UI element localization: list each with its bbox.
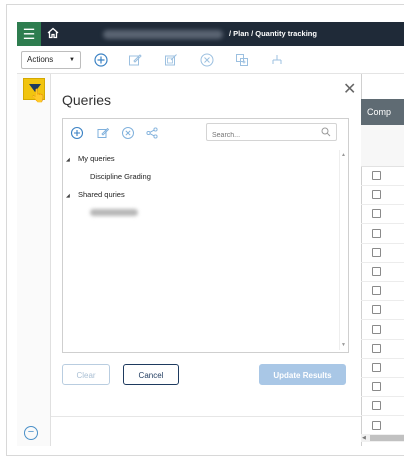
caret-down-icon: ▼ <box>69 57 75 63</box>
grid-column-header[interactable]: Comp <box>361 99 404 125</box>
row-divider <box>361 300 404 301</box>
edit-multi-icon[interactable] <box>163 52 179 68</box>
panel-title: Queries <box>62 92 112 108</box>
row-divider <box>361 223 404 224</box>
row-divider <box>361 377 404 378</box>
row-divider <box>361 396 404 397</box>
close-icon[interactable]: ✕ <box>343 82 356 98</box>
row-divider <box>361 204 404 205</box>
add-query-icon[interactable] <box>70 126 84 140</box>
add-icon[interactable] <box>93 52 109 68</box>
expand-arrow-icon[interactable]: ◢ <box>66 193 70 199</box>
row-checkbox[interactable] <box>372 248 381 257</box>
tree-scrollbar[interactable]: ▲ ▼ <box>339 150 347 350</box>
row-checkbox[interactable] <box>372 363 381 372</box>
clear-button[interactable]: Clear <box>62 364 110 385</box>
row-divider <box>361 319 404 320</box>
row-checkbox[interactable] <box>372 325 381 334</box>
scroll-left-icon[interactable]: ◀ <box>362 434 366 442</box>
scrollbar-thumb[interactable] <box>370 435 404 441</box>
scroll-down-icon[interactable]: ▼ <box>341 342 346 348</box>
scroll-up-icon[interactable]: ▲ <box>341 152 346 158</box>
row-checkbox[interactable] <box>372 344 381 353</box>
expand-arrow-icon[interactable]: ◢ <box>66 157 70 163</box>
top-navigation-bar: ☰ / Plan / Quantity tracking <box>17 22 404 46</box>
row-checkbox[interactable] <box>372 190 381 199</box>
edit-query-icon[interactable] <box>96 126 110 140</box>
update-results-button[interactable]: Update Results <box>259 364 346 385</box>
actions-dropdown-button[interactable]: Actions ▼ <box>21 51 81 69</box>
search-icon[interactable] <box>321 127 331 137</box>
row-checkbox[interactable] <box>372 229 381 238</box>
row-divider <box>361 415 404 416</box>
search-field <box>206 123 337 144</box>
grid-filter-row <box>361 125 404 167</box>
row-divider <box>361 339 404 340</box>
row-checkbox[interactable] <box>372 209 381 218</box>
hand-cursor-icon: 👆 <box>30 88 47 103</box>
hierarchy-icon[interactable] <box>269 52 285 68</box>
left-rail <box>17 74 51 446</box>
row-checkbox[interactable] <box>372 305 381 314</box>
tree-item-shared-redacted[interactable] <box>90 209 138 216</box>
actions-label: Actions <box>27 55 54 64</box>
home-button[interactable] <box>41 22 65 46</box>
row-checkbox[interactable] <box>372 421 381 430</box>
edit-icon[interactable] <box>127 52 143 68</box>
copy-icon[interactable] <box>234 52 250 68</box>
row-divider <box>361 262 404 263</box>
row-divider <box>361 358 404 359</box>
home-icon <box>47 27 59 39</box>
tree-group-shared-queries[interactable]: Shared quries <box>78 190 125 199</box>
delete-query-icon[interactable] <box>121 126 135 140</box>
collapse-minus-icon[interactable]: − <box>24 426 38 440</box>
panel-divider <box>51 416 361 417</box>
breadcrumb: / Plan / Quantity tracking <box>229 29 317 38</box>
tree-item-discipline-grading[interactable]: Discipline Grading <box>90 172 151 181</box>
tree-group-my-queries[interactable]: My queries <box>78 154 115 163</box>
share-icon[interactable] <box>145 126 159 140</box>
cancel-button[interactable]: Cancel <box>123 364 179 385</box>
horizontal-scrollbar[interactable]: ◀ <box>361 434 404 442</box>
row-checkbox[interactable] <box>372 382 381 391</box>
row-checkbox[interactable] <box>372 171 381 180</box>
breadcrumb-project-redacted <box>103 30 223 39</box>
row-checkbox[interactable] <box>372 267 381 276</box>
row-divider <box>361 281 404 282</box>
hamburger-menu-button[interactable]: ☰ <box>17 22 41 46</box>
row-divider <box>361 185 404 186</box>
toolbar: Actions ▼ <box>17 46 404 74</box>
row-checkbox[interactable] <box>372 401 381 410</box>
row-checkbox[interactable] <box>372 286 381 295</box>
search-input[interactable] <box>207 127 307 144</box>
row-divider <box>361 243 404 244</box>
delete-icon[interactable] <box>199 52 215 68</box>
